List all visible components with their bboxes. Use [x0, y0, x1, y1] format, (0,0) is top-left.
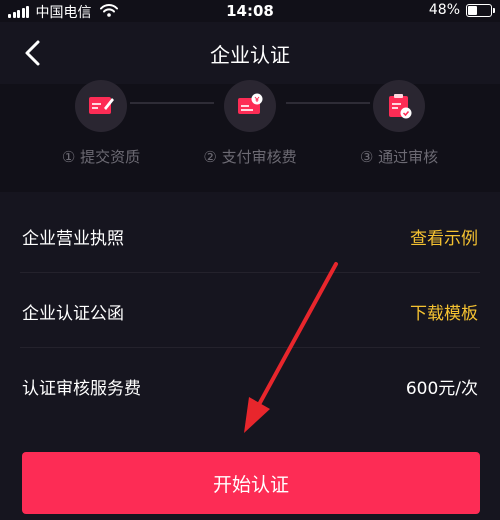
download-template-link[interactable]: 下载模板: [410, 299, 478, 324]
payment-card-icon: [224, 80, 276, 132]
list-item-business-license: 企业营业执照 查看示例: [20, 198, 480, 273]
battery-icon: [466, 3, 495, 17]
approved-certificate-icon: [373, 80, 425, 132]
list-item-label: 认证审核服务费: [22, 379, 141, 399]
list-item-label: 企业营业执照: [22, 229, 124, 249]
step-submit: ① 提交资质: [31, 80, 171, 167]
status-right: 48%: [428, 2, 495, 18]
step-label: ③ 通过审核: [359, 148, 439, 166]
document-edit-icon: [75, 80, 127, 132]
page-title: 企业认证: [210, 43, 290, 67]
status-bar: 中国电信 14:08 48%: [0, 0, 500, 22]
view-example-link[interactable]: 查看示例: [410, 224, 478, 249]
battery-percent: 48%: [428, 2, 460, 18]
start-certification-button[interactable]: 开始认证: [22, 452, 480, 514]
step-label: ① 提交资质: [61, 148, 141, 166]
step-approved: ③ 通过审核: [329, 80, 469, 167]
list-item-service-fee: 认证审核服务费 600元/次: [20, 348, 480, 422]
step-pay: ② 支付审核费: [180, 80, 320, 167]
certification-info-list: 企业营业执照 查看示例 企业认证公函 下载模板 认证审核服务费 600元/次: [0, 198, 500, 422]
clock: 14:08: [226, 2, 274, 20]
service-fee-value: 600元/次: [405, 379, 478, 399]
step-label: ② 支付审核费: [203, 148, 297, 166]
list-item-certification-letter: 企业认证公函 下载模板: [20, 273, 480, 348]
list-item-label: 企业认证公函: [22, 304, 124, 324]
progress-steps: ① 提交资质 ② 支付审核费 ③ 通过审核: [0, 80, 500, 192]
navigation-bar: 企业认证: [0, 22, 500, 84]
